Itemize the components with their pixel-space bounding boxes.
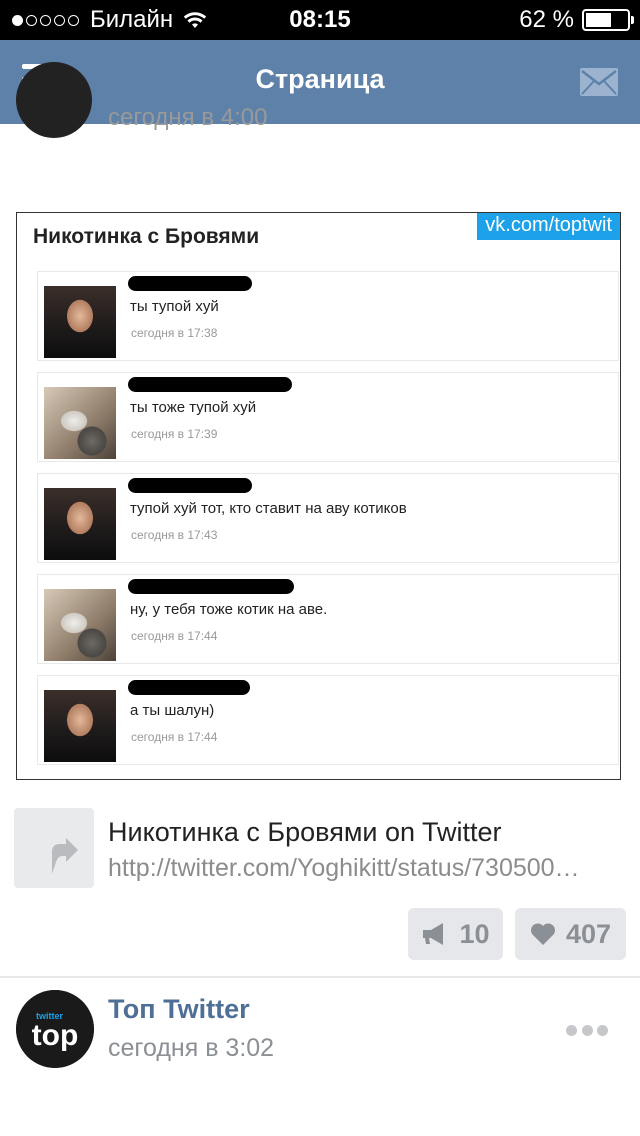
redacted-name <box>128 579 294 594</box>
message-avatar <box>44 387 116 459</box>
author-name[interactable]: Топ Twitter <box>108 994 250 1025</box>
message-avatar <box>44 286 116 358</box>
battery-info: 62 % <box>519 6 634 34</box>
message-item: а ты шалун) сегодня в 17:44 <box>37 675 619 765</box>
message-time: сегодня в 17:38 <box>131 326 218 340</box>
post-time: сегодня в 3:02 <box>108 1034 275 1062</box>
repost-button[interactable]: 10 <box>408 908 503 960</box>
megaphone-icon <box>423 923 444 945</box>
message-item: ну, у тебя тоже котик на аве. сегодня в … <box>37 574 619 664</box>
redacted-name <box>128 377 292 392</box>
svg-text:top: top <box>32 1019 79 1052</box>
more-options-icon[interactable] <box>566 1025 608 1037</box>
link-title[interactable]: Никотинка с Бровями on Twitter <box>108 817 502 848</box>
like-count: 407 <box>565 918 612 949</box>
watermark: vk.com/toptwit <box>477 213 620 240</box>
post-image[interactable]: Никотинка с Бровями vk.com/toptwit ты ту… <box>16 212 621 780</box>
navigation-bar: Страница <box>0 40 640 124</box>
message-text: а ты шалун) <box>130 702 215 719</box>
redacted-name <box>128 478 252 493</box>
previous-post-avatar[interactable] <box>16 62 92 138</box>
message-item: ты тупой хуй сегодня в 17:38 <box>37 271 619 361</box>
message-item: тупой хуй тот, кто ставит на аву котиков… <box>37 473 619 563</box>
battery-icon <box>582 9 634 31</box>
link-url[interactable]: http://twitter.com/Yoghikitt/status/7305… <box>108 854 620 883</box>
message-avatar <box>44 690 116 762</box>
message-time: сегодня в 17:43 <box>131 528 218 542</box>
message-time: сегодня в 17:39 <box>131 427 218 441</box>
message-text: ты тупой хуй <box>130 298 219 315</box>
author-avatar[interactable]: twitter top <box>16 990 94 1068</box>
message-text: ну, у тебя тоже котик на аве. <box>130 601 328 618</box>
heart-icon <box>530 923 555 945</box>
message-avatar <box>44 589 116 661</box>
message-time: сегодня в 17:44 <box>131 730 218 744</box>
message-item: ты тоже тупой хуй сегодня в 17:39 <box>37 372 619 462</box>
redacted-name <box>128 276 252 291</box>
page-title: Страница <box>255 64 385 94</box>
share-link-icon[interactable] <box>14 808 94 888</box>
message-time: сегодня в 17:44 <box>131 629 218 643</box>
repost-count: 10 <box>459 918 490 949</box>
image-title: Никотинка с Бровями <box>33 225 260 248</box>
message-text: ты тоже тупой хуй <box>130 399 257 416</box>
message-list: ты тупой хуй сегодня в 17:38 ты тоже туп… <box>37 271 619 776</box>
like-button[interactable]: 407 <box>515 908 626 960</box>
message-text: тупой хуй тот, кто ставит на аву котиков <box>130 500 407 517</box>
envelope-icon[interactable] <box>580 68 618 96</box>
message-avatar <box>44 488 116 560</box>
top-twitter-logo: twitter top <box>16 990 94 1068</box>
battery-percent: 62 % <box>519 6 574 33</box>
arrow-icon <box>52 838 78 874</box>
redacted-name <box>128 680 250 695</box>
previous-post-time: сегодня в 4:00 <box>108 104 268 131</box>
status-bar: Билайн 08:15 62 % <box>0 0 640 40</box>
post-divider <box>0 976 640 978</box>
